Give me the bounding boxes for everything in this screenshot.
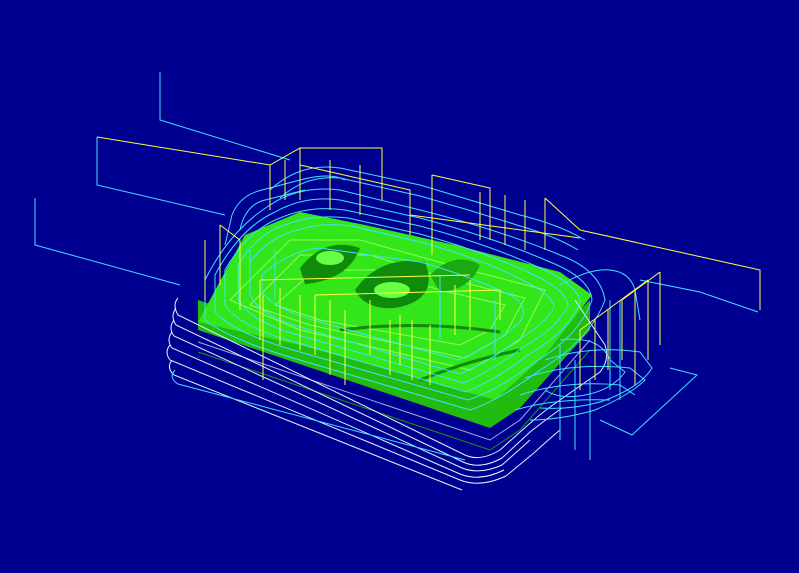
toolpath-3d-view[interactable] — [0, 0, 799, 573]
cam-toolpath-viewport[interactable] — [0, 0, 799, 573]
